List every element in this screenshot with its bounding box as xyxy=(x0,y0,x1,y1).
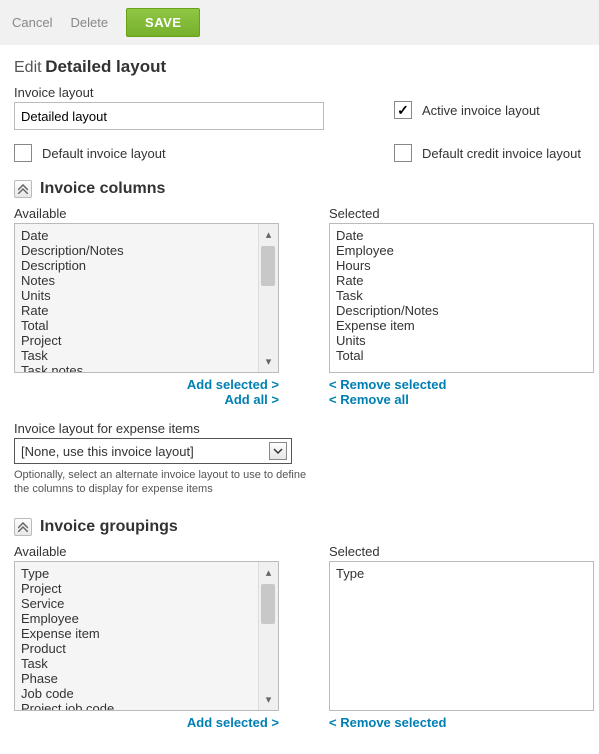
available-groupings-listbox[interactable]: TypeProjectServiceEmployeeExpense itemPr… xyxy=(14,561,279,711)
scroll-down-icon[interactable]: ▾ xyxy=(266,355,272,368)
available-columns-label: Available xyxy=(14,206,279,221)
expense-layout-label: Invoice layout for expense items xyxy=(14,421,314,436)
list-item[interactable]: Employee xyxy=(336,243,587,258)
delete-button[interactable]: Delete xyxy=(70,15,108,30)
list-item[interactable]: Rate xyxy=(336,273,587,288)
selected-columns-listbox[interactable]: DateEmployeeHoursRateTaskDescription/Not… xyxy=(329,223,594,373)
active-invoice-layout-checkbox[interactable] xyxy=(394,101,412,119)
list-item[interactable]: Type xyxy=(336,566,587,581)
add-selected-link[interactable]: Add selected > xyxy=(14,377,279,392)
list-item[interactable]: Task xyxy=(21,656,272,671)
collapse-icon[interactable] xyxy=(14,518,32,536)
scrollbar[interactable]: ▴ ▾ xyxy=(258,562,278,710)
collapse-icon[interactable] xyxy=(14,180,32,198)
add-all-link[interactable]: Add all > xyxy=(14,392,279,407)
expense-layout-select[interactable]: [None, use this invoice layout] xyxy=(14,438,292,464)
selected-columns-label: Selected xyxy=(329,206,594,221)
page-title: Edit Detailed layout xyxy=(14,57,585,77)
list-item[interactable]: Expense item xyxy=(21,626,272,641)
list-item[interactable]: Expense item xyxy=(336,318,587,333)
remove-selected-link[interactable]: < Remove selected xyxy=(329,715,594,730)
list-item[interactable]: Units xyxy=(21,288,272,303)
list-item[interactable]: Product xyxy=(21,641,272,656)
list-item[interactable]: Total xyxy=(21,318,272,333)
list-item[interactable]: Job code xyxy=(21,686,272,701)
save-button[interactable]: SAVE xyxy=(126,8,200,37)
invoice-layout-label: Invoice layout xyxy=(14,85,324,100)
page-title-prefix: Edit xyxy=(14,59,42,76)
list-item[interactable]: Hours xyxy=(336,258,587,273)
list-item[interactable]: Task notes xyxy=(21,363,272,373)
list-item[interactable]: Notes xyxy=(21,273,272,288)
list-item[interactable]: Employee xyxy=(21,611,272,626)
list-item[interactable]: Task xyxy=(336,288,587,303)
default-invoice-layout-label: Default invoice layout xyxy=(42,146,166,161)
scrollbar[interactable]: ▴ ▾ xyxy=(258,224,278,372)
invoice-groupings-heading: Invoice groupings xyxy=(40,518,178,536)
list-item[interactable]: Units xyxy=(336,333,587,348)
list-item[interactable]: Total xyxy=(336,348,587,363)
cancel-button[interactable]: Cancel xyxy=(12,15,52,30)
list-item[interactable]: Description/Notes xyxy=(336,303,587,318)
list-item[interactable]: Service xyxy=(21,596,272,611)
list-item[interactable]: Date xyxy=(21,228,272,243)
list-item[interactable]: Date xyxy=(336,228,587,243)
remove-selected-link[interactable]: < Remove selected xyxy=(329,377,594,392)
scroll-thumb[interactable] xyxy=(261,584,275,624)
selected-groupings-listbox[interactable]: Type xyxy=(329,561,594,711)
add-selected-link[interactable]: Add selected > xyxy=(14,715,279,730)
selected-groupings-label: Selected xyxy=(329,544,594,559)
list-item[interactable]: Description xyxy=(21,258,272,273)
list-item[interactable]: Project xyxy=(21,581,272,596)
list-item[interactable]: Phase xyxy=(21,671,272,686)
list-item[interactable]: Task xyxy=(21,348,272,363)
scroll-down-icon[interactable]: ▾ xyxy=(266,693,272,706)
top-toolbar: Cancel Delete SAVE xyxy=(0,0,599,45)
page-title-name: Detailed layout xyxy=(45,57,166,76)
default-credit-invoice-layout-label: Default credit invoice layout xyxy=(422,146,581,161)
scroll-up-icon[interactable]: ▴ xyxy=(266,228,272,241)
available-groupings-label: Available xyxy=(14,544,279,559)
list-item[interactable]: Description/Notes xyxy=(21,243,272,258)
active-invoice-layout-label: Active invoice layout xyxy=(422,103,540,118)
list-item[interactable]: Type xyxy=(21,566,272,581)
invoice-layout-input[interactable] xyxy=(14,102,324,130)
available-columns-listbox[interactable]: DateDescription/NotesDescriptionNotesUni… xyxy=(14,223,279,373)
default-invoice-layout-checkbox[interactable] xyxy=(14,144,32,162)
remove-all-link[interactable]: < Remove all xyxy=(329,392,594,407)
list-item[interactable]: Project xyxy=(21,333,272,348)
scroll-thumb[interactable] xyxy=(261,246,275,286)
expense-layout-value: [None, use this invoice layout] xyxy=(21,444,194,459)
scroll-up-icon[interactable]: ▴ xyxy=(266,566,272,579)
chevron-down-icon xyxy=(269,442,287,460)
default-credit-invoice-layout-checkbox[interactable] xyxy=(394,144,412,162)
list-item[interactable]: Project job code xyxy=(21,701,272,711)
list-item[interactable]: Rate xyxy=(21,303,272,318)
invoice-columns-heading: Invoice columns xyxy=(40,180,165,198)
expense-layout-hint: Optionally, select an alternate invoice … xyxy=(14,468,314,496)
